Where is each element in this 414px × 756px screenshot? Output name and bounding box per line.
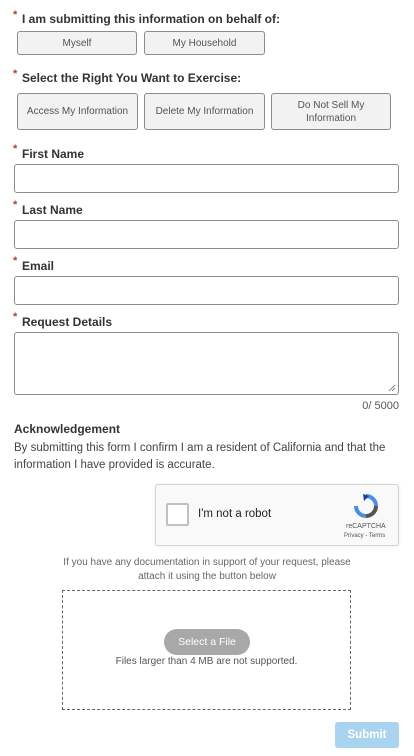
request-details-textarea[interactable] — [14, 332, 399, 395]
option-access-information[interactable]: Access My Information — [17, 93, 138, 130]
request-details-label: Request Details — [22, 315, 113, 329]
required-asterisk: * — [13, 199, 18, 211]
required-asterisk: * — [13, 311, 18, 323]
file-size-note: Files larger than 4 MB are not supported… — [115, 656, 298, 667]
recaptcha-checkbox[interactable] — [166, 503, 189, 526]
file-dropzone[interactable]: Select a File Files larger than 4 MB are… — [62, 590, 351, 710]
resize-handle-icon[interactable] — [388, 384, 396, 392]
option-delete-information[interactable]: Delete My Information — [144, 93, 265, 130]
required-asterisk: * — [13, 9, 18, 21]
recaptcha-links[interactable]: Privacy - Terms — [344, 533, 385, 539]
recaptcha-logo-icon — [354, 494, 378, 518]
acknowledgement-text: By submitting this form I confirm I am a… — [14, 442, 386, 471]
required-asterisk: * — [13, 255, 18, 267]
recaptcha-label: I'm not a robot — [198, 508, 272, 520]
char-counter: 0/ 5000 — [362, 400, 399, 412]
option-do-not-sell[interactable]: Do Not Sell My Information — [271, 93, 391, 130]
last-name-label: Last Name — [22, 203, 83, 217]
submit-button[interactable]: Submit — [335, 722, 399, 748]
option-myself[interactable]: Myself — [17, 31, 137, 55]
required-asterisk: * — [13, 143, 18, 155]
required-asterisk: * — [13, 68, 18, 80]
recaptcha-widget: I'm not a robot reCAPTCHA Privacy - Term… — [155, 484, 399, 546]
first-name-input[interactable] — [14, 164, 399, 193]
recaptcha-brand: reCAPTCHA — [346, 523, 386, 530]
behalf-label: I am submitting this information on beha… — [22, 12, 280, 26]
select-file-button[interactable]: Select a File — [164, 629, 250, 655]
right-label: Select the Right You Want to Exercise: — [22, 71, 242, 85]
last-name-input[interactable] — [14, 220, 399, 249]
email-label: Email — [22, 259, 55, 273]
first-name-label: First Name — [22, 147, 85, 161]
upload-note: If you have any documentation in support… — [63, 557, 351, 582]
option-my-household[interactable]: My Household — [144, 31, 265, 55]
email-input[interactable] — [14, 276, 399, 305]
acknowledgement-title: Acknowledgement — [14, 422, 121, 436]
